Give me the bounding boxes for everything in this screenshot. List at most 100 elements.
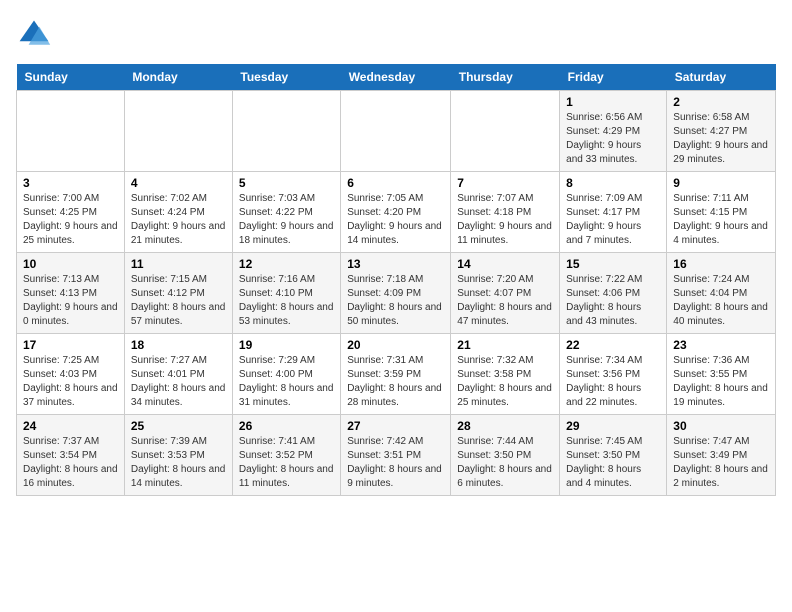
day-header-friday: Friday [560, 64, 667, 91]
week-row-1: 3 Sunrise: 7:00 AM Sunset: 4:25 PM Daylig… [17, 172, 776, 253]
day-number: 8 [566, 176, 660, 190]
calendar-cell: 29Sunrise: 7:45 AM Sunset: 3:50 PM Dayli… [560, 415, 667, 496]
calendar-cell: 2 Sunrise: 6:58 AM Sunset: 4:27 PM Daylig… [667, 91, 776, 172]
logo [16, 16, 58, 52]
day-info: Sunrise: 7:09 AM Sunset: 4:17 PM Dayligh… [566, 192, 660, 248]
day-info: Sunrise: 7:41 AM Sunset: 3:52 PM Dayligh… [239, 435, 334, 491]
calendar-cell: 23 Sunrise: 7:36 AM Sunset: 3:55 PM Dayli… [667, 334, 776, 415]
day-info: Sunrise: 7:00 AM Sunset: 4:25 PM Dayligh… [23, 192, 118, 248]
week-row-4: 24 Sunrise: 7:37 AM Sunset: 3:54 PM Dayli… [17, 415, 776, 496]
day-header-monday: Monday [124, 64, 232, 91]
day-info: Sunrise: 7:27 AM Sunset: 4:01 PM Dayligh… [131, 354, 226, 410]
calendar-cell: 18 Sunrise: 7:27 AM Sunset: 4:01 PM Dayli… [124, 334, 232, 415]
calendar-cell: 30 Sunrise: 7:47 AM Sunset: 3:49 PM Dayli… [667, 415, 776, 496]
calendar-cell: 19 Sunrise: 7:29 AM Sunset: 4:00 PM Dayli… [232, 334, 340, 415]
calendar-cell: 5 Sunrise: 7:03 AM Sunset: 4:22 PM Daylig… [232, 172, 340, 253]
calendar-cell [124, 91, 232, 172]
calendar-cell: 3 Sunrise: 7:00 AM Sunset: 4:25 PM Daylig… [17, 172, 125, 253]
day-info: Sunrise: 7:34 AM Sunset: 3:56 PM Dayligh… [566, 354, 660, 410]
calendar-cell: 25 Sunrise: 7:39 AM Sunset: 3:53 PM Dayli… [124, 415, 232, 496]
day-info: Sunrise: 7:11 AM Sunset: 4:15 PM Dayligh… [673, 192, 769, 248]
calendar-cell: 21 Sunrise: 7:32 AM Sunset: 3:58 PM Dayli… [451, 334, 560, 415]
day-info: Sunrise: 7:39 AM Sunset: 3:53 PM Dayligh… [131, 435, 226, 491]
day-info: Sunrise: 7:07 AM Sunset: 4:18 PM Dayligh… [457, 192, 553, 248]
day-info: Sunrise: 7:29 AM Sunset: 4:00 PM Dayligh… [239, 354, 334, 410]
day-header-tuesday: Tuesday [232, 64, 340, 91]
day-info: Sunrise: 7:47 AM Sunset: 3:49 PM Dayligh… [673, 435, 769, 491]
day-number: 21 [457, 338, 553, 352]
day-number: 24 [23, 419, 118, 433]
day-number: 16 [673, 257, 769, 271]
day-info: Sunrise: 7:31 AM Sunset: 3:59 PM Dayligh… [347, 354, 444, 410]
week-row-2: 10 Sunrise: 7:13 AM Sunset: 4:13 PM Dayli… [17, 253, 776, 334]
page-header [16, 16, 776, 52]
day-info: Sunrise: 6:58 AM Sunset: 4:27 PM Dayligh… [673, 111, 769, 167]
logo-icon [16, 16, 52, 52]
day-info: Sunrise: 7:25 AM Sunset: 4:03 PM Dayligh… [23, 354, 118, 410]
day-info: Sunrise: 7:36 AM Sunset: 3:55 PM Dayligh… [673, 354, 769, 410]
day-info: Sunrise: 7:45 AM Sunset: 3:50 PM Dayligh… [566, 435, 660, 491]
calendar-cell: 26 Sunrise: 7:41 AM Sunset: 3:52 PM Dayli… [232, 415, 340, 496]
calendar-cell: 8 Sunrise: 7:09 AM Sunset: 4:17 PM Daylig… [560, 172, 667, 253]
calendar-cell [17, 91, 125, 172]
calendar-cell: 11Sunrise: 7:15 AM Sunset: 4:12 PM Dayli… [124, 253, 232, 334]
calendar-table: SundayMondayTuesdayWednesdayThursdayFrid… [16, 64, 776, 496]
day-number: 26 [239, 419, 334, 433]
day-number: 25 [131, 419, 226, 433]
day-number: 15 [566, 257, 660, 271]
day-number: 10 [23, 257, 118, 271]
calendar-cell: 6 Sunrise: 7:05 AM Sunset: 4:20 PM Daylig… [341, 172, 451, 253]
day-info: Sunrise: 7:42 AM Sunset: 3:51 PM Dayligh… [347, 435, 444, 491]
day-headers-row: SundayMondayTuesdayWednesdayThursdayFrid… [17, 64, 776, 91]
calendar-cell: 14 Sunrise: 7:20 AM Sunset: 4:07 PM Dayli… [451, 253, 560, 334]
day-info: Sunrise: 7:24 AM Sunset: 4:04 PM Dayligh… [673, 273, 769, 329]
day-info: Sunrise: 7:22 AM Sunset: 4:06 PM Dayligh… [566, 273, 660, 329]
day-number: 5 [239, 176, 334, 190]
day-number: 27 [347, 419, 444, 433]
calendar-cell: 22 Sunrise: 7:34 AM Sunset: 3:56 PM Dayli… [560, 334, 667, 415]
calendar-cell: 27 Sunrise: 7:42 AM Sunset: 3:51 PM Dayli… [341, 415, 451, 496]
day-info: Sunrise: 7:20 AM Sunset: 4:07 PM Dayligh… [457, 273, 553, 329]
calendar-cell: 12 Sunrise: 7:16 AM Sunset: 4:10 PM Dayli… [232, 253, 340, 334]
day-header-thursday: Thursday [451, 64, 560, 91]
calendar-cell: 9 Sunrise: 7:11 AM Sunset: 4:15 PM Daylig… [667, 172, 776, 253]
calendar-cell: 15 Sunrise: 7:22 AM Sunset: 4:06 PM Dayli… [560, 253, 667, 334]
day-info: Sunrise: 6:56 AM Sunset: 4:29 PM Dayligh… [566, 111, 660, 167]
day-number: 23 [673, 338, 769, 352]
day-info: Sunrise: 7:16 AM Sunset: 4:10 PM Dayligh… [239, 273, 334, 329]
day-number: 6 [347, 176, 444, 190]
calendar-cell: 7Sunrise: 7:07 AM Sunset: 4:18 PM Daylig… [451, 172, 560, 253]
day-info: Sunrise: 7:02 AM Sunset: 4:24 PM Dayligh… [131, 192, 226, 248]
day-number: 30 [673, 419, 769, 433]
day-number: 13 [347, 257, 444, 271]
day-info: Sunrise: 7:18 AM Sunset: 4:09 PM Dayligh… [347, 273, 444, 329]
calendar-cell: 20 Sunrise: 7:31 AM Sunset: 3:59 PM Dayli… [341, 334, 451, 415]
day-number: 17 [23, 338, 118, 352]
calendar-cell [232, 91, 340, 172]
calendar-cell: 16 Sunrise: 7:24 AM Sunset: 4:04 PM Dayli… [667, 253, 776, 334]
day-number: 20 [347, 338, 444, 352]
day-number: 12 [239, 257, 334, 271]
calendar-cell: 1 Sunrise: 6:56 AM Sunset: 4:29 PM Daylig… [560, 91, 667, 172]
day-number: 2 [673, 95, 769, 109]
day-number: 18 [131, 338, 226, 352]
day-info: Sunrise: 7:32 AM Sunset: 3:58 PM Dayligh… [457, 354, 553, 410]
day-number: 19 [239, 338, 334, 352]
day-number: 4 [131, 176, 226, 190]
day-info: Sunrise: 7:37 AM Sunset: 3:54 PM Dayligh… [23, 435, 118, 491]
day-info: Sunrise: 7:03 AM Sunset: 4:22 PM Dayligh… [239, 192, 334, 248]
calendar-cell [341, 91, 451, 172]
calendar-cell: 13 Sunrise: 7:18 AM Sunset: 4:09 PM Dayli… [341, 253, 451, 334]
day-number: 22 [566, 338, 660, 352]
calendar-cell: 10 Sunrise: 7:13 AM Sunset: 4:13 PM Dayli… [17, 253, 125, 334]
day-number: 14 [457, 257, 553, 271]
week-row-0: 1 Sunrise: 6:56 AM Sunset: 4:29 PM Daylig… [17, 91, 776, 172]
day-number: 1 [566, 95, 660, 109]
day-info: Sunrise: 7:13 AM Sunset: 4:13 PM Dayligh… [23, 273, 118, 329]
day-header-wednesday: Wednesday [341, 64, 451, 91]
day-number: 3 [23, 176, 118, 190]
day-info: Sunrise: 7:05 AM Sunset: 4:20 PM Dayligh… [347, 192, 444, 248]
calendar-cell: 28Sunrise: 7:44 AM Sunset: 3:50 PM Dayli… [451, 415, 560, 496]
day-number: 9 [673, 176, 769, 190]
day-info: Sunrise: 7:15 AM Sunset: 4:12 PM Dayligh… [131, 273, 226, 329]
